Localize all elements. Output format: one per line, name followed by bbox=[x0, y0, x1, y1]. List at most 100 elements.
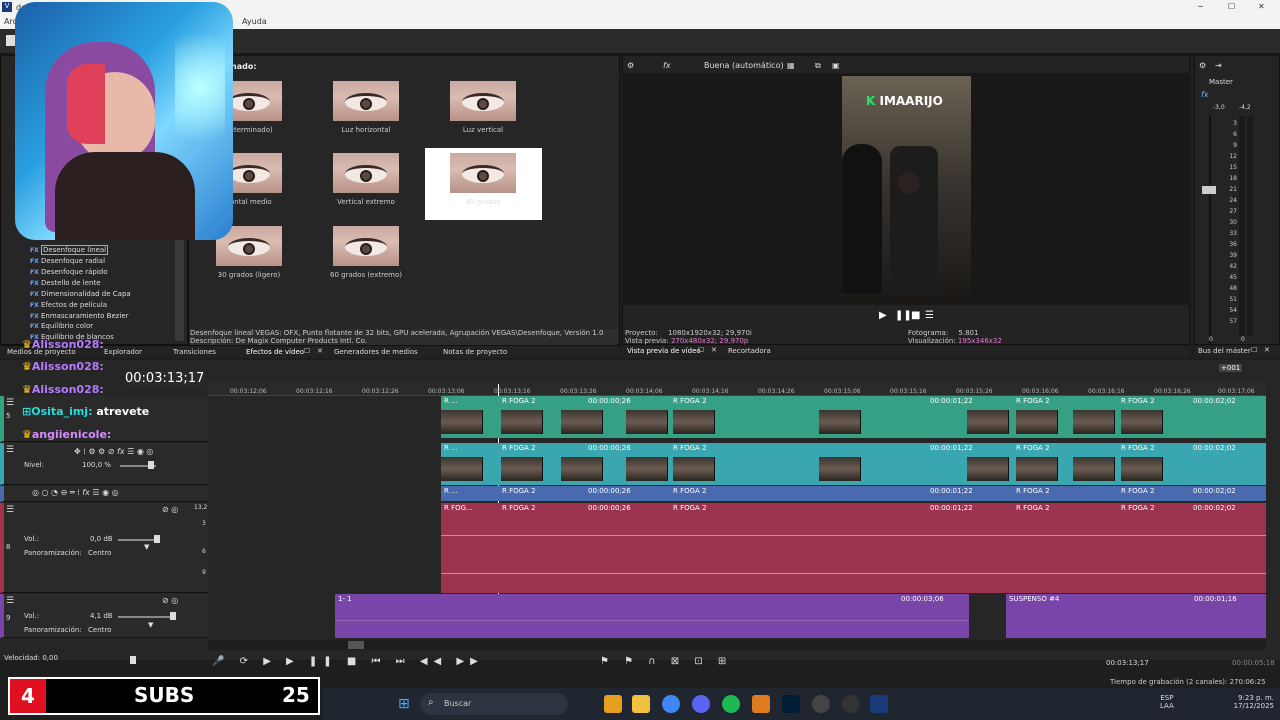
level-slider-thumb[interactable] bbox=[148, 461, 154, 469]
timeline-scrollbar[interactable] bbox=[208, 640, 1266, 650]
track-header-audio-2[interactable]: ☰ 9 ⊘ ◎ Vol.: 4,1 dB Panoramización: Cen… bbox=[0, 594, 208, 638]
video-track-2[interactable]: R ... R FOGA 2 00:00:00;26 R FOGA 2 00:0… bbox=[441, 443, 1266, 485]
video-track-1[interactable]: R ... R FOGA 2 00:00:00;26 R FOGA 2 00:0… bbox=[441, 396, 1266, 438]
tree-item[interactable]: FX Destello de lente bbox=[30, 279, 101, 287]
tree-item[interactable]: FX Desenfoque rápido bbox=[30, 268, 108, 276]
audio-track-2-clip[interactable]: 1- 1 00:00:03;06 bbox=[335, 594, 969, 638]
close-button[interactable]: ✕ bbox=[1258, 2, 1265, 11]
preset-selected[interactable]: 45 grados bbox=[425, 148, 542, 220]
frame-thumb bbox=[1016, 457, 1058, 481]
preset-thumb[interactable] bbox=[333, 81, 399, 121]
track-header-video-2[interactable]: ☰ ✥ ⁞ ⚙ ⚙ ⊘ fx ☰ ◉ ◎ Nivel: 100,0 % bbox=[0, 443, 208, 485]
transport-controls[interactable]: 🎤 ⟳ ▶ ▶ ❚❚ ■ ⏮ ⏭ ◀◀ ▶▶ bbox=[212, 656, 484, 667]
project-info: Proyecto: 1080x1920x32; 29,970i Vista pr… bbox=[625, 329, 752, 345]
pan-slider-thumb[interactable]: ▼ bbox=[148, 621, 153, 629]
tab-dock-icon[interactable]: ☐ bbox=[1251, 346, 1257, 354]
track-header-audio-1[interactable]: ☰ 8 ⊘ ◎ 13,2 3 6 9 Vol.: 0,0 dB Panorami… bbox=[0, 503, 208, 593]
new-file-icon[interactable] bbox=[6, 35, 15, 46]
track-controls[interactable]: ✥ ⁞ ⚙ ⚙ ⊘ fx ☰ ◉ ◎ bbox=[74, 447, 153, 456]
tab-vista-previa[interactable]: Vista previa de vídeo bbox=[627, 347, 701, 355]
clock[interactable]: 9:23 p. m. 17/12/2025 bbox=[1224, 694, 1274, 710]
volume-slider-thumb[interactable] bbox=[154, 535, 160, 543]
bus-track[interactable]: R ... R FOGA 2 00:00:00;26 R FOGA 2 00:0… bbox=[441, 486, 1266, 501]
vlc-icon[interactable] bbox=[604, 695, 622, 713]
edit-tools[interactable]: ⚑ ⚑ ∩ ⊠ ⊡ ⊞ bbox=[600, 656, 732, 667]
spotify-icon[interactable] bbox=[722, 695, 740, 713]
fx-icon[interactable]: fx bbox=[1201, 90, 1209, 99]
stop-button[interactable]: ■ bbox=[911, 310, 920, 321]
fx-controls[interactable]: ⊘ ◎ bbox=[162, 505, 178, 514]
preset-thumb[interactable] bbox=[450, 81, 516, 121]
app-icon[interactable] bbox=[752, 695, 770, 713]
fx-icon[interactable]: fx bbox=[663, 61, 671, 70]
tab-efectos-video[interactable]: Efectos de vídeo bbox=[246, 348, 304, 356]
christmas-tree bbox=[175, 12, 225, 162]
track-controls[interactable]: ◎ ○ ◔ ⊖ ═ ⁞ fx ☰ ◉ ◎ bbox=[32, 488, 119, 497]
grid-icon[interactable]: ▦ bbox=[787, 61, 795, 70]
menu-icon[interactable]: ☰ bbox=[6, 505, 14, 515]
fx-controls[interactable]: ⊘ ◎ bbox=[162, 596, 178, 605]
discord-icon[interactable] bbox=[692, 695, 710, 713]
preset-thumb[interactable] bbox=[333, 226, 399, 266]
audio-track-1[interactable]: R FOG... R FOGA 2 00:00:00;26 R FOGA 2 0… bbox=[441, 503, 1266, 593]
tab-notas[interactable]: Notas de proyecto bbox=[443, 348, 507, 356]
meter-right bbox=[1247, 116, 1253, 336]
vegas-icon[interactable] bbox=[870, 695, 888, 713]
search-box[interactable]: ⌕ Buscar bbox=[420, 693, 568, 715]
language-indicator[interactable]: ESP LAA bbox=[1160, 694, 1174, 710]
tree-item[interactable]: FX Dimensionalidad de Capa bbox=[30, 290, 131, 298]
arrows-icon[interactable]: ⇥ bbox=[1215, 61, 1222, 70]
save-frame-icon[interactable]: ▣ bbox=[832, 61, 840, 70]
quality-select[interactable]: Buena (automático) bbox=[704, 61, 784, 70]
speed-label: Velocidad: 0,00 bbox=[4, 654, 58, 662]
tree-item[interactable]: FX Equilibrio color bbox=[30, 322, 93, 330]
preset-thumb[interactable] bbox=[333, 153, 399, 193]
preset-label: 60 grados (extremo) bbox=[329, 271, 402, 279]
track-header-bus[interactable]: ◎ ○ ◔ ⊖ ═ ⁞ fx ☰ ◉ ◎ bbox=[0, 486, 208, 502]
pause-button[interactable]: ❚❚ bbox=[895, 310, 912, 321]
steam-icon[interactable] bbox=[842, 695, 860, 713]
master-title: Master bbox=[1209, 78, 1233, 86]
menu-icon[interactable]: ☰ bbox=[925, 310, 934, 321]
tab-recortadora[interactable]: Recortadora bbox=[728, 347, 771, 355]
volume-slider-thumb[interactable] bbox=[170, 612, 176, 620]
tab-generadores[interactable]: Generadores de medios bbox=[334, 348, 418, 356]
chat-message: ⊞Osita_imj: atrevete bbox=[22, 405, 150, 418]
volume-slider[interactable] bbox=[118, 616, 176, 618]
pan-slider-thumb[interactable]: ▼ bbox=[144, 543, 149, 551]
audio-track-2-clip-suspenso[interactable]: SUSPENSO #4 00:00:01;16 bbox=[1006, 594, 1266, 638]
tab-dock-icon[interactable]: ☐ bbox=[304, 347, 310, 355]
tree-item[interactable]: FX Enmascaramiento Bezier bbox=[30, 312, 129, 320]
tab-explorador[interactable]: Explorador bbox=[104, 348, 142, 356]
figure-left bbox=[842, 144, 882, 294]
menu-icon[interactable]: ☰ bbox=[6, 398, 14, 408]
tab-close-icon[interactable]: ✕ bbox=[1264, 346, 1270, 354]
tree-item-desenfoque-lineal[interactable]: FX Desenfoque lineal bbox=[30, 245, 109, 255]
play-button[interactable]: ▶ bbox=[879, 310, 887, 321]
app-icon[interactable] bbox=[812, 695, 830, 713]
menu-icon[interactable]: ☰ bbox=[6, 596, 14, 606]
menu-ayuda[interactable]: Ayuda bbox=[242, 17, 267, 26]
folder-icon[interactable] bbox=[632, 695, 650, 713]
chrome-icon[interactable] bbox=[662, 695, 680, 713]
tab-close-icon[interactable]: ✕ bbox=[711, 346, 717, 354]
start-button[interactable]: ⊞ bbox=[398, 696, 410, 712]
menu-icon[interactable]: ☰ bbox=[6, 445, 14, 455]
tab-bus-master[interactable]: Bus del máster bbox=[1198, 347, 1251, 355]
tree-item[interactable]: FX Efectos de película bbox=[30, 301, 107, 309]
copy-frame-icon[interactable]: ⧉ bbox=[815, 61, 821, 71]
tab-close-icon[interactable]: ✕ bbox=[317, 347, 323, 355]
fx-icon: FX bbox=[30, 291, 39, 298]
tab-dock-icon[interactable]: ☐ bbox=[698, 346, 704, 354]
tree-item[interactable]: FX Desenfoque radial bbox=[30, 257, 105, 265]
meter-left bbox=[1239, 116, 1245, 336]
minimize-button[interactable]: ─ bbox=[1198, 2, 1203, 11]
tab-transiciones[interactable]: Transiciones bbox=[173, 348, 216, 356]
settings-icon[interactable]: ⚙ bbox=[627, 61, 634, 70]
speed-slider-thumb[interactable] bbox=[130, 656, 136, 664]
master-fader[interactable] bbox=[1202, 186, 1216, 194]
settings-icon[interactable]: ⚙ bbox=[1199, 61, 1206, 70]
photoshop-icon[interactable] bbox=[782, 695, 800, 713]
scrollbar-thumb[interactable] bbox=[348, 641, 364, 649]
maximize-button[interactable]: ☐ bbox=[1228, 2, 1235, 11]
